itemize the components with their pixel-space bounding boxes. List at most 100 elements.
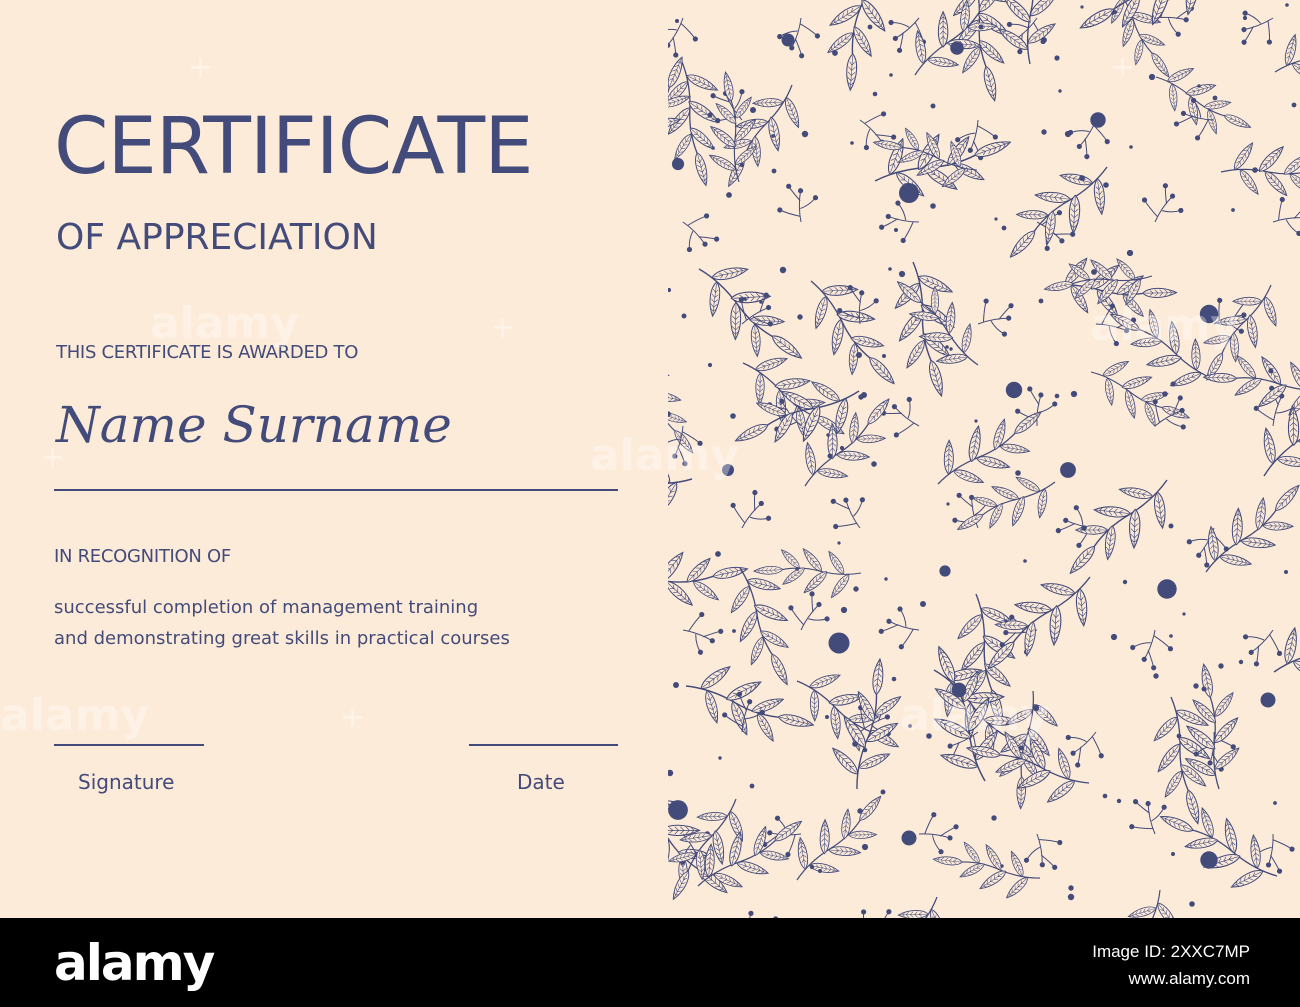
berry-dot — [882, 354, 886, 358]
berry-twig — [1021, 827, 1071, 879]
berry-twig — [1266, 188, 1300, 239]
berry-dot — [991, 815, 997, 821]
leaf-sprig — [814, 0, 905, 97]
certificate-text-panel: CERTIFICATE OF APPRECIATION THIS CERTIFI… — [0, 0, 668, 918]
berry-dot-large — [1157, 579, 1177, 599]
berry-twig — [769, 175, 821, 228]
berry-twig — [872, 604, 924, 656]
stock-footer-bar: alamy Image ID: 2XXC7MP www.alamy.com — [0, 918, 1300, 1007]
leaf-sprig — [927, 830, 1045, 906]
berry-dot-large — [1060, 462, 1076, 478]
berry-dot — [826, 433, 830, 437]
berry-dot — [675, 19, 679, 23]
berry-dot — [707, 112, 713, 118]
leaf-sprig — [680, 243, 822, 385]
berry-dot — [1015, 470, 1021, 476]
berry-dot — [1081, 525, 1087, 531]
berry-dot — [1091, 269, 1097, 275]
berry-dot — [743, 297, 747, 301]
berry-dot — [771, 134, 775, 138]
berry-dot — [779, 266, 787, 274]
recipient-name: Name Surname — [56, 396, 452, 454]
berry-dot-large — [828, 632, 850, 654]
berry-dot — [1041, 37, 1047, 43]
berry-twig — [679, 606, 729, 658]
berry-dot — [1291, 102, 1297, 108]
berry-dot — [949, 347, 953, 351]
berry-dot — [1102, 793, 1108, 799]
leaf-sprig — [668, 351, 711, 468]
awarded-to-label: THIS CERTIFICATE IS AWARDED TO — [56, 342, 359, 363]
berry-twig — [785, 588, 832, 633]
berry-dot — [1023, 559, 1027, 563]
berry-twig — [853, 900, 901, 918]
berry-dot — [926, 733, 932, 739]
berry-dot — [1064, 130, 1072, 138]
berry-dot — [1252, 167, 1258, 173]
berry-dot — [1273, 801, 1277, 805]
berry-dot — [1170, 381, 1176, 387]
berry-dot — [681, 313, 687, 319]
berry-dot — [1231, 208, 1235, 212]
berry-dot — [1068, 885, 1074, 891]
berry-dot-large — [671, 157, 685, 171]
berry-dot — [1000, 864, 1004, 868]
leaf-sprig — [1184, 465, 1300, 592]
berry-dot — [1032, 704, 1040, 712]
berry-dot — [795, 567, 799, 571]
berry-dot — [1111, 11, 1115, 15]
berry-dot — [1285, 3, 1289, 7]
leaf-sprig — [1239, 358, 1300, 495]
berry-dot — [707, 362, 713, 368]
berry-dot-large — [1005, 381, 1023, 399]
berry-dot — [1070, 390, 1078, 398]
berry-dot — [1080, 5, 1084, 9]
berry-dot — [668, 769, 674, 777]
berry-dot — [920, 601, 926, 607]
berry-dot — [884, 577, 888, 581]
recognition-line-1: successful completion of management trai… — [54, 597, 479, 618]
recognition-text: successful completion of management trai… — [54, 592, 654, 654]
berry-dot — [825, 715, 829, 719]
berry-twig — [1232, 8, 1280, 54]
leaf-sprig — [1066, 0, 1223, 55]
berry-dot — [894, 228, 898, 232]
berry-dot — [1054, 393, 1060, 399]
leaf-sprig — [668, 0, 758, 2]
berry-dot — [1153, 673, 1159, 679]
berry-twig — [913, 805, 966, 857]
berry-dot — [1058, 89, 1062, 93]
berry-dot — [837, 541, 841, 545]
berry-dot-large — [668, 800, 688, 820]
berry-dot — [880, 789, 886, 795]
berry-dot — [809, 864, 815, 870]
berry-twig — [727, 487, 773, 530]
berry-dot — [1176, 733, 1182, 739]
leaf-sprig — [1261, 591, 1300, 698]
recognition-line-2: and demonstrating great skills in practi… — [54, 628, 510, 649]
berry-dot — [1268, 368, 1274, 374]
berry-dot — [974, 419, 978, 423]
berry-dot — [930, 103, 936, 109]
berry-dot — [797, 314, 803, 320]
berry-dot — [898, 270, 906, 278]
berry-dot — [891, 676, 897, 682]
berry-dot — [749, 783, 755, 789]
berry-dot — [1129, 145, 1133, 149]
berry-dot — [750, 107, 756, 113]
berry-dot — [1110, 633, 1118, 641]
certificate: CERTIFICATE OF APPRECIATION THIS CERTIFI… — [0, 0, 1300, 918]
berry-dot — [978, 24, 984, 30]
berry-dot — [1218, 663, 1224, 669]
berry-twig — [971, 290, 1023, 340]
berry-twig — [681, 211, 721, 253]
image-id: Image ID: 2XXC7MP — [1092, 942, 1250, 961]
berry-dot — [871, 461, 877, 467]
page: CERTIFICATE OF APPRECIATION THIS CERTIFI… — [0, 0, 1300, 1007]
berry-twig — [1127, 626, 1179, 676]
berry-dot — [732, 629, 736, 633]
berry-dot — [862, 747, 868, 753]
leaf-sprig — [751, 542, 862, 602]
berry-dot — [771, 168, 777, 174]
berry-dot — [718, 756, 722, 760]
